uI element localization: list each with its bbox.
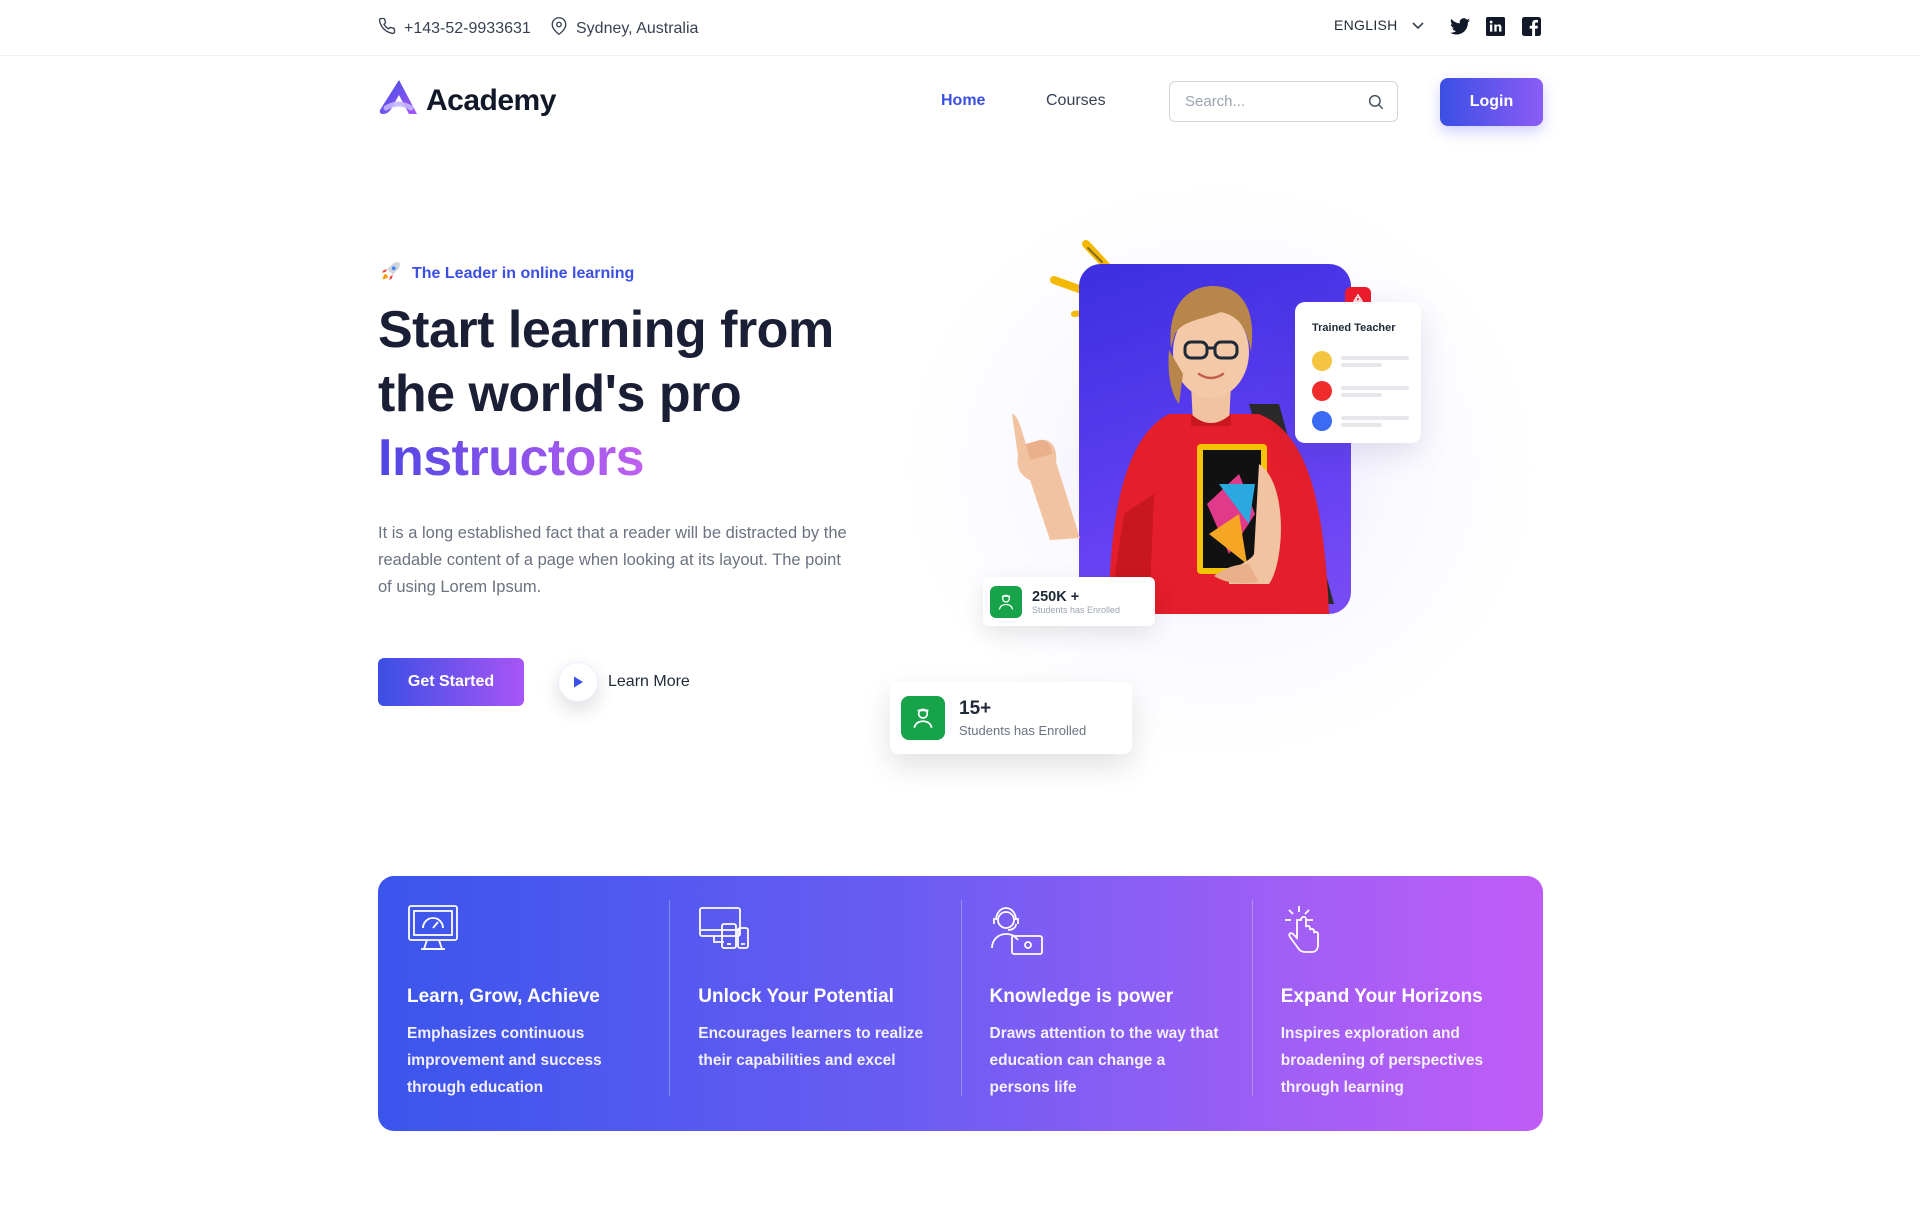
stat-small-value: 250K +: [1032, 588, 1080, 605]
hand-pointer-icon: [1281, 904, 1514, 956]
nav-home-link[interactable]: Home: [941, 92, 985, 110]
phone-icon: [378, 17, 396, 40]
feature-card: Learn, Grow, Achieve Emphasizes continuo…: [378, 904, 669, 1131]
search-icon[interactable]: [1367, 93, 1385, 111]
trained-teacher-title: Trained Teacher: [1312, 322, 1396, 334]
tagline-text: The Leader in online learning: [412, 264, 635, 282]
hero-tagline: The Leader in online learning: [380, 260, 634, 287]
teacher-list-item: [1312, 346, 1409, 376]
rocket-icon: [380, 260, 402, 287]
brand-name: Academy: [426, 83, 556, 117]
teacher-avatar-dot: [1312, 381, 1332, 401]
teacher-avatar-dot: [1312, 351, 1332, 371]
nav-courses-link[interactable]: Courses: [1046, 92, 1106, 110]
learn-more-label: Learn More: [608, 673, 690, 690]
feature-card: Knowledge is power Draws attention to th…: [960, 900, 1252, 1131]
feature-card: Expand Your Horizons Inspires exploratio…: [1251, 900, 1543, 1131]
feature-title: Learn, Grow, Achieve: [407, 986, 600, 1007]
enrolled-stat-card-small: 250K + Students has Enrolled: [983, 577, 1155, 626]
brand-logo[interactable]: Academy: [378, 78, 556, 123]
learn-more-button[interactable]: Learn More: [558, 662, 690, 702]
phone-number: +143-52-9933631: [404, 19, 531, 37]
teacher-list-item: [1312, 376, 1409, 406]
student-icon: [990, 585, 1022, 618]
search-box: [1169, 81, 1398, 122]
monitor-dashboard-icon: [407, 904, 640, 956]
hero-title-highlight: Instructors: [378, 426, 645, 490]
stat-big-label: Students has Enrolled: [959, 723, 1087, 738]
language-selector[interactable]: ENGLISH: [1334, 17, 1424, 33]
location-contact: Sydney, Australia: [550, 17, 698, 40]
placeholder-lines: [1341, 413, 1409, 430]
login-button[interactable]: Login: [1440, 78, 1543, 126]
language-label: ENGLISH: [1334, 17, 1398, 33]
feature-title: Expand Your Horizons: [1280, 986, 1483, 1007]
chevron-down-icon: [1411, 17, 1424, 33]
hero-title: Start learning from the world's pro Inst…: [378, 298, 898, 490]
devices-icon: [698, 904, 931, 956]
features-band: Learn, Grow, Achieve Emphasizes continuo…: [378, 876, 1543, 1131]
placeholder-lines: [1341, 383, 1409, 400]
placeholder-lines: [1341, 353, 1409, 370]
teacher-avatar-dot: [1312, 411, 1332, 431]
hero-description: It is a long established fact that a rea…: [378, 524, 847, 596]
linkedin-icon[interactable]: [1484, 15, 1506, 37]
location-text: Sydney, Australia: [576, 19, 699, 37]
feature-description: Emphasizes continuous improvement and su…: [407, 1025, 602, 1096]
feature-card: Unlock Your Potential Encourages learner…: [669, 900, 960, 1131]
stat-big-value: 15+: [959, 698, 992, 719]
map-pin-icon: [550, 17, 568, 40]
hero-title-line2: the world's pro: [378, 365, 742, 423]
enrolled-stat-card-large: 15+ Students has Enrolled: [890, 682, 1132, 754]
feature-title: Knowledge is power: [989, 986, 1174, 1007]
feature-description: Draws attention to the way that educatio…: [989, 1025, 1219, 1096]
pointing-hand-graphic: [1012, 414, 1080, 540]
phone-contact[interactable]: +143-52-9933631: [378, 17, 531, 40]
student-icon: [901, 696, 945, 740]
get-started-button[interactable]: Get Started: [378, 658, 524, 706]
play-icon[interactable]: [558, 662, 598, 702]
hero-title-line1: Start learning from: [378, 301, 834, 359]
top-bar: +143-52-9933631 Sydney, Australia ENGLIS…: [0, 0, 1920, 56]
feature-description: Encourages learners to realize their cap…: [698, 1025, 924, 1069]
support-agent-icon: [990, 904, 1223, 956]
teacher-list-item: [1312, 406, 1409, 436]
search-input[interactable]: [1185, 93, 1360, 110]
feature-description: Inspires exploration and broadening of p…: [1280, 1025, 1484, 1096]
facebook-icon[interactable]: [1520, 15, 1542, 37]
trained-teacher-card: Trained Teacher: [1295, 302, 1421, 443]
academy-logo-icon: [378, 78, 420, 123]
stat-small-label: Students has Enrolled: [1032, 604, 1121, 615]
twitter-icon[interactable]: [1449, 15, 1471, 37]
feature-title: Unlock Your Potential: [698, 986, 894, 1007]
